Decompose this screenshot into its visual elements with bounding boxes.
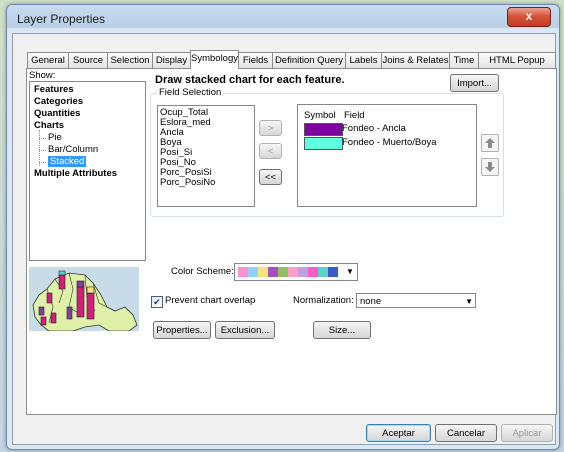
exclusion-button[interactable]: Exclusion... [215, 321, 275, 339]
tab-definition-query[interactable]: Definition Query [272, 52, 346, 68]
color-ramp-swatch [308, 267, 318, 277]
title-bar: Layer Properties x [7, 5, 559, 31]
field-selection-group: Field Selection Ocup_Total Eslora_med An… [150, 87, 504, 217]
field-list-item[interactable]: Porc_PosiNo [160, 178, 215, 188]
field-column-header: Field [344, 110, 365, 121]
symbol-swatch[interactable] [304, 137, 343, 150]
color-scheme-label: Color Scheme: [171, 266, 234, 277]
symbol-column-header: Symbol [304, 110, 336, 121]
tab-time[interactable]: Time [449, 52, 479, 68]
symbology-panel: Show: Features Categories Quantities Cha… [26, 68, 557, 415]
color-ramp-swatch [298, 267, 308, 277]
symbol-field-label[interactable]: Fondeo - Muerto/Boya [342, 137, 437, 148]
tree-line [39, 150, 46, 151]
chevron-down-icon[interactable]: ▼ [465, 294, 473, 309]
tab-source[interactable]: Source [68, 52, 108, 68]
tab-html-popup[interactable]: HTML Popup [478, 52, 556, 68]
tree-item-quantities[interactable]: Quantities [34, 108, 80, 119]
chart-preview-map [29, 267, 139, 332]
apply-button[interactable]: Aplicar [501, 424, 553, 442]
size-button[interactable]: Size... [313, 321, 371, 339]
tab-fields[interactable]: Fields [238, 52, 273, 68]
map-preview-image [29, 267, 139, 332]
tree-item-bar-column[interactable]: Bar/Column [48, 144, 98, 155]
tab-labels[interactable]: Labels [345, 52, 382, 68]
tab-symbology[interactable]: Symbology [190, 50, 239, 69]
tree-line [39, 130, 40, 166]
remove-all-fields-button[interactable]: << [259, 169, 282, 185]
cancel-button[interactable]: Cancelar [435, 424, 497, 442]
dialog-client: General Source Selection Display Symbolo… [12, 33, 557, 445]
add-field-button[interactable]: > [259, 120, 282, 136]
tree-item-features[interactable]: Features [34, 84, 74, 95]
symbol-field-table: Symbol Field Fondeo - Ancla Fondeo - Mue… [297, 104, 477, 207]
tree-item-multiple-attributes[interactable]: Multiple Attributes [34, 168, 117, 179]
tab-display[interactable]: Display [152, 52, 191, 68]
close-button[interactable]: x [507, 7, 551, 27]
normalization-value: none [360, 296, 382, 307]
field-selection-legend: Field Selection [157, 87, 224, 98]
remove-field-button[interactable]: < [259, 143, 282, 159]
available-fields-list[interactable]: Ocup_Total Eslora_med Ancla Boya Posi_Si… [157, 105, 255, 207]
symbol-swatch[interactable] [304, 123, 343, 136]
symbol-field-label[interactable]: Fondeo - Ancla [342, 123, 406, 134]
tree-line [39, 162, 46, 163]
prevent-overlap-label: Prevent chart overlap [165, 295, 256, 306]
color-ramp-swatch [318, 267, 328, 277]
import-button[interactable]: Import... [450, 74, 499, 92]
window-title: Layer Properties [17, 12, 106, 26]
chevron-down-icon[interactable]: ▼ [343, 264, 357, 280]
tree-item-stacked[interactable]: Stacked [48, 156, 87, 167]
tab-selection[interactable]: Selection [107, 52, 153, 68]
show-label: Show: [29, 70, 56, 81]
prevent-overlap-checkbox[interactable]: ✔ [151, 296, 163, 308]
move-up-icon[interactable] [481, 134, 499, 152]
ok-button[interactable]: Aceptar [366, 424, 431, 442]
color-ramp [238, 267, 338, 277]
tree-line [39, 138, 46, 139]
color-ramp-swatch [268, 267, 278, 277]
tree-item-categories[interactable]: Categories [34, 96, 83, 107]
tab-joins-relates[interactable]: Joins & Relates [381, 52, 450, 68]
tab-general[interactable]: General [27, 52, 69, 68]
color-ramp-swatch [248, 267, 258, 277]
normalization-label: Normalization: [293, 295, 354, 306]
color-ramp-swatch [238, 267, 248, 277]
renderer-heading: Draw stacked chart for each feature. [155, 74, 345, 86]
color-ramp-swatch [278, 267, 288, 277]
color-scheme-select[interactable]: ▼ [234, 263, 358, 281]
layer-properties-dialog: Layer Properties x General Source Select… [6, 4, 560, 450]
tree-item-pie[interactable]: Pie [48, 132, 62, 143]
normalization-select[interactable]: none ▼ [356, 293, 476, 308]
renderer-tree: Features Categories Quantities Charts Pi… [29, 81, 146, 261]
properties-button[interactable]: Properties... [153, 321, 211, 339]
color-ramp-swatch [328, 267, 338, 277]
color-ramp-swatch [258, 267, 268, 277]
color-ramp-swatch [288, 267, 298, 277]
move-down-icon[interactable] [481, 158, 499, 176]
